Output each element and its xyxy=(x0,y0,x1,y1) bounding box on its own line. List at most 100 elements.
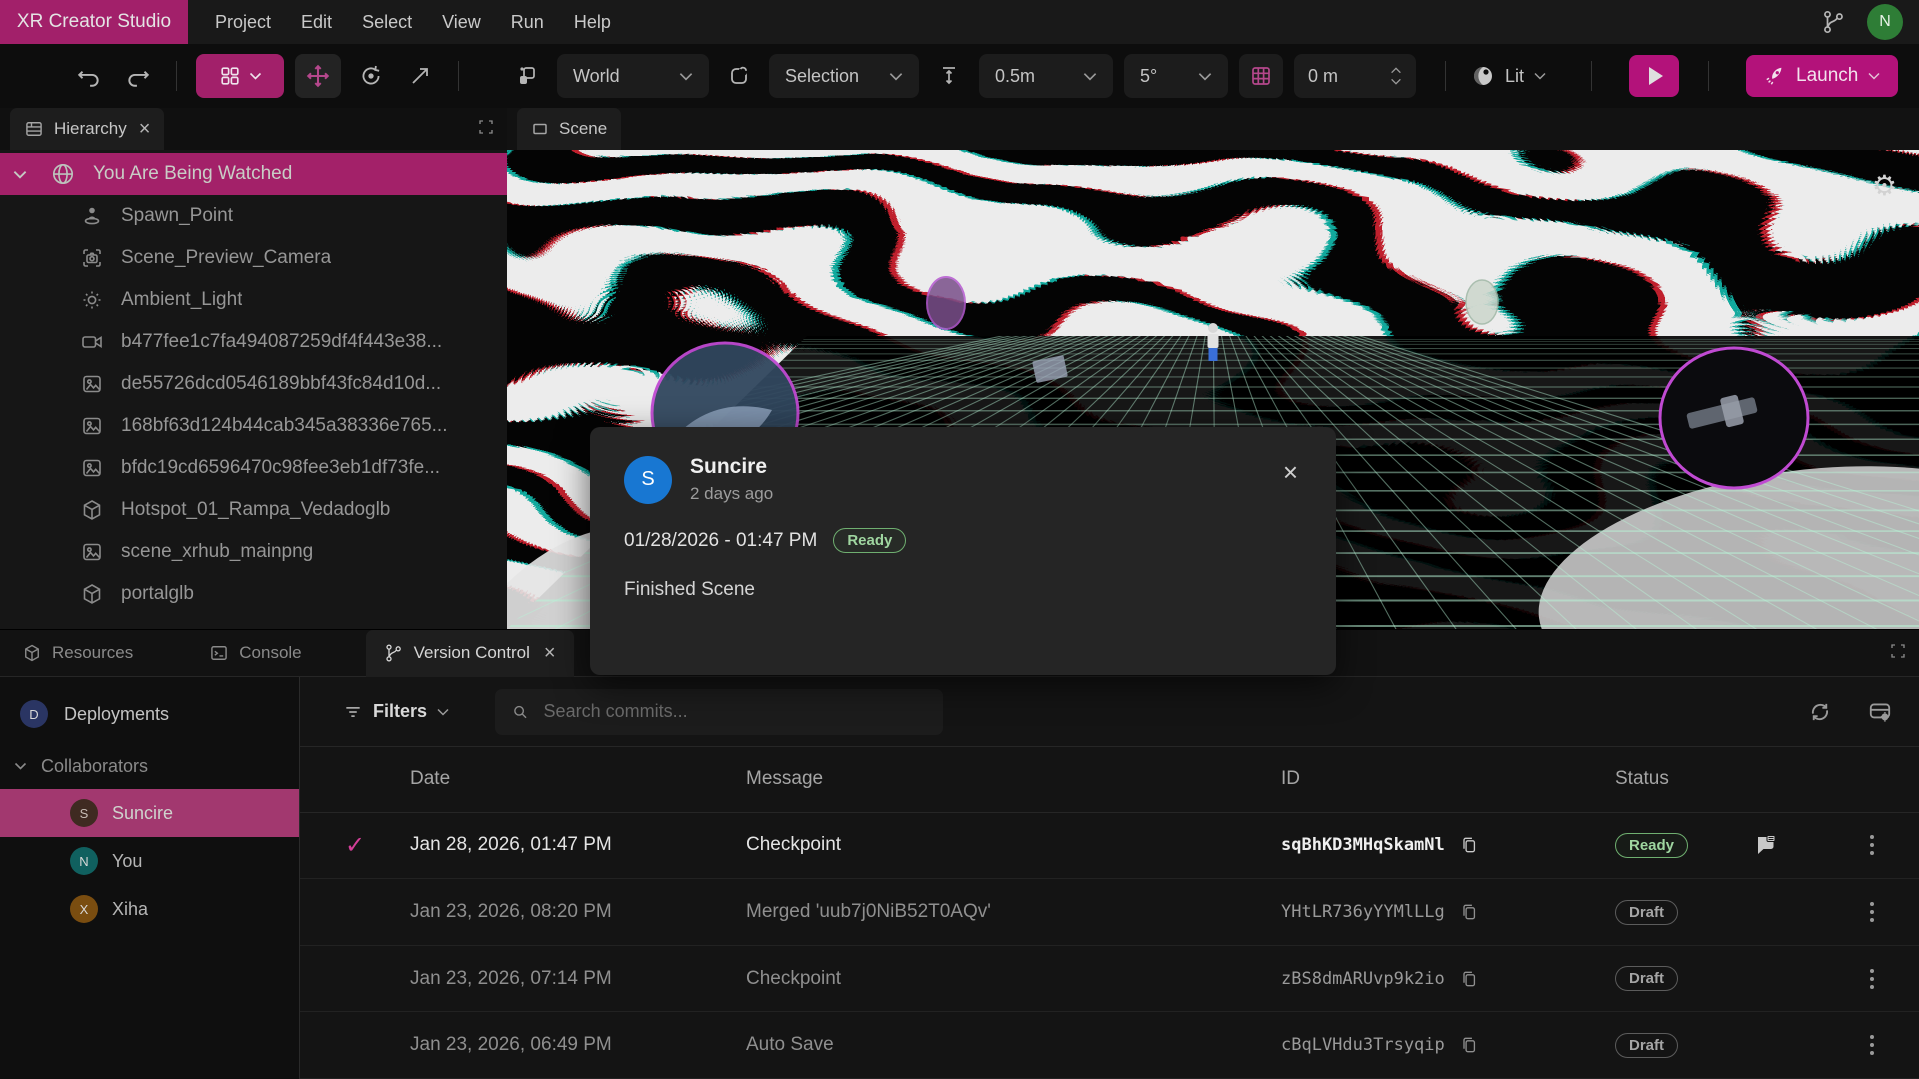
author-name: Suncire xyxy=(690,455,773,479)
cube-icon xyxy=(80,498,104,522)
filters-dropdown[interactable]: Filters xyxy=(343,701,449,722)
column-message[interactable]: Message xyxy=(746,768,1281,790)
tree-item-scene-image[interactable]: scene_xrhub_mainpng xyxy=(0,531,507,573)
commit-row[interactable]: Jan 23, 2026, 08:20 PM Merged 'uub7j0NiB… xyxy=(300,879,1919,946)
comment-icon[interactable] xyxy=(1754,833,1857,857)
column-date[interactable]: Date xyxy=(410,768,746,790)
stepper-arrows[interactable] xyxy=(1390,67,1402,85)
tab-version-control[interactable]: Version Control × xyxy=(366,630,574,677)
grid-height-stepper[interactable]: 0 m xyxy=(1294,54,1416,98)
viewport-settings-gear-icon[interactable]: ⚙ xyxy=(1872,172,1897,200)
branch-icon[interactable] xyxy=(1821,9,1847,35)
commit-time-ago: 2 days ago xyxy=(690,484,773,504)
image-icon xyxy=(80,540,104,564)
table-settings-icon[interactable] xyxy=(1867,699,1893,725)
pivot-icon-button[interactable] xyxy=(508,57,546,95)
hierarchy-tab-label: Hierarchy xyxy=(54,119,127,139)
close-icon[interactable]: × xyxy=(1279,455,1302,489)
menu-help[interactable]: Help xyxy=(559,6,626,39)
collaborators-group-header[interactable]: Collaborators xyxy=(0,743,299,789)
commit-row[interactable]: ✓ Jan 28, 2026, 01:47 PM Checkpoint sqBh… xyxy=(300,813,1919,880)
close-icon[interactable]: × xyxy=(544,643,556,663)
copy-icon[interactable] xyxy=(1459,835,1479,855)
collaborator-suncire[interactable]: S Suncire xyxy=(0,789,299,837)
commit-id: zBS8dmARUvp9k2io xyxy=(1281,969,1445,989)
tree-item-scene-root[interactable]: You Are Being Watched xyxy=(0,153,507,195)
toolbar-divider xyxy=(1591,61,1592,91)
layout-grid-button[interactable] xyxy=(196,54,284,98)
row-menu-kebab-icon[interactable] xyxy=(1857,896,1887,928)
menu-project[interactable]: Project xyxy=(200,6,286,39)
user-avatar[interactable]: N xyxy=(1867,4,1903,40)
commit-id: YHtLR736yYYMlLLg xyxy=(1281,902,1445,922)
tree-item-portal[interactable]: portalglb xyxy=(0,573,507,615)
rotate-tool-button[interactable] xyxy=(352,57,390,95)
collaborator-name: Xiha xyxy=(112,899,148,920)
selection-mode-icon-button[interactable] xyxy=(720,57,758,95)
tree-item-image-3[interactable]: bfdc19cd6596470c98fee3eb1df73fe... xyxy=(0,447,507,489)
selection-filter-dropdown[interactable]: Selection xyxy=(769,54,919,98)
tree-item-spawn-point[interactable]: Spawn_Point xyxy=(0,195,507,237)
copy-icon[interactable] xyxy=(1459,1035,1479,1055)
menu-view[interactable]: View xyxy=(427,6,496,39)
row-menu-kebab-icon[interactable] xyxy=(1857,963,1887,995)
grid-snap-toggle[interactable] xyxy=(1239,54,1283,98)
column-status[interactable]: Status xyxy=(1615,768,1754,790)
menu-edit[interactable]: Edit xyxy=(286,6,347,39)
launch-button[interactable]: Launch xyxy=(1746,55,1898,97)
tree-item-hotspot[interactable]: Hotspot_01_Rampa_Vedadoglb xyxy=(0,489,507,531)
collaborator-xiha[interactable]: X Xiha xyxy=(0,885,299,933)
rotate-snap-dropdown[interactable]: 5° xyxy=(1124,54,1228,98)
tab-scene[interactable]: Scene xyxy=(517,108,621,150)
commits-table-header: Date Message ID Status xyxy=(300,747,1919,813)
tree-item-image-2[interactable]: 168bf63d124b44cab345a38336e765... xyxy=(0,405,507,447)
row-menu-kebab-icon[interactable] xyxy=(1857,829,1887,861)
column-id[interactable]: ID xyxy=(1281,768,1615,790)
toolbar: World Selection 0.5m 5° xyxy=(0,44,1919,108)
redo-button[interactable] xyxy=(119,57,157,95)
menu-bar-right: N xyxy=(1821,4,1919,40)
tree-item-label: de55726dcd0546189bbf43fc84d10d... xyxy=(121,373,441,395)
coordinate-space-value: World xyxy=(573,66,620,87)
move-tool-button[interactable] xyxy=(295,54,341,98)
tree-item-scene-preview-camera[interactable]: Scene_Preview_Camera xyxy=(0,237,507,279)
copy-icon[interactable] xyxy=(1459,969,1479,989)
commit-row[interactable]: Jan 23, 2026, 06:49 PM Auto Save cBqLVHd… xyxy=(300,1012,1919,1079)
coordinate-space-dropdown[interactable]: World xyxy=(557,54,709,98)
row-menu-kebab-icon[interactable] xyxy=(1857,1029,1887,1061)
status-badge: Draft xyxy=(1615,900,1678,925)
commit-date: Jan 28, 2026, 01:47 PM xyxy=(410,834,746,856)
height-align-icon-button[interactable] xyxy=(930,57,968,95)
expand-bottom-panel-icon[interactable] xyxy=(1889,642,1907,665)
expand-panel-icon[interactable] xyxy=(477,118,495,141)
search-commits-input[interactable] xyxy=(542,700,927,723)
tree-item-video[interactable]: b477fee1c7fa494087259df4f443e38... xyxy=(0,321,507,363)
tab-console[interactable]: Console xyxy=(191,630,319,677)
refresh-icon[interactable] xyxy=(1807,699,1833,725)
commit-message: Merged 'uub7j0NiB52T0AQv' xyxy=(746,901,1281,923)
rocket-icon xyxy=(1764,65,1786,87)
tab-resources[interactable]: Resources xyxy=(4,630,151,677)
menu-select[interactable]: Select xyxy=(347,6,427,39)
shading-mode-dropdown[interactable]: Lit xyxy=(1465,64,1552,88)
avatar-figure xyxy=(1208,323,1219,361)
tree-item-image-1[interactable]: de55726dcd0546189bbf43fc84d10d... xyxy=(0,363,507,405)
close-icon[interactable]: × xyxy=(139,119,151,139)
chevron-down-icon xyxy=(679,72,693,81)
undo-button[interactable] xyxy=(70,57,108,95)
commit-id: sqBhKD3MHqSkamNl xyxy=(1281,835,1445,855)
tree-item-label: portalglb xyxy=(121,583,194,605)
copy-icon[interactable] xyxy=(1459,902,1479,922)
tab-hierarchy[interactable]: Hierarchy × xyxy=(10,108,164,150)
tree-item-label: 168bf63d124b44cab345a38336e765... xyxy=(121,415,448,437)
search-commits-box[interactable] xyxy=(495,689,943,735)
scale-tool-button[interactable] xyxy=(401,57,439,95)
play-button[interactable] xyxy=(1629,55,1679,97)
sidebar-item-deployments[interactable]: D Deployments xyxy=(0,691,299,737)
menu-run[interactable]: Run xyxy=(496,6,559,39)
move-snap-dropdown[interactable]: 0.5m xyxy=(979,54,1113,98)
tree-item-ambient-light[interactable]: Ambient_Light xyxy=(0,279,507,321)
scene-tab-label: Scene xyxy=(559,119,607,139)
collaborator-you[interactable]: N You xyxy=(0,837,299,885)
commit-row[interactable]: Jan 23, 2026, 07:14 PM Checkpoint zBS8dm… xyxy=(300,946,1919,1013)
